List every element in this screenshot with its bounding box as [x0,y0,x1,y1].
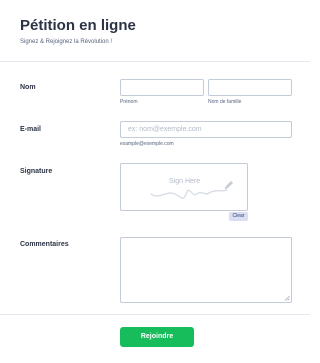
signature-pad[interactable]: Sign Here [120,163,248,211]
last-name-input[interactable] [208,79,292,96]
resize-grip-icon[interactable] [284,295,290,301]
clear-signature-button[interactable]: Clear [229,212,248,221]
page-title: Pétition en ligne [20,17,136,34]
footer-divider [0,314,310,315]
signature-label: Signature [20,168,53,175]
email-sublabel: example@exemple.com [120,141,174,147]
name-label: Nom [20,84,36,91]
last-name-sublabel: Nom de famille [208,99,242,105]
page-subtitle: Signez & Rejoignez la Révolution ! [20,39,113,45]
comments-textarea[interactable] [120,237,292,303]
pen-icon [225,181,233,189]
first-name-sublabel: Prénom [120,99,138,105]
form-header: Pétition en ligne Signez & Rejoignez la … [20,16,290,46]
header-divider [0,61,310,62]
email-label: E-mail [20,126,42,133]
email-input[interactable]: ex: nom@exemple.com [120,121,292,138]
first-name-input[interactable] [120,79,204,96]
email-placeholder: ex: nom@exemple.com [128,126,202,133]
signature-hint: Sign Here [169,178,201,185]
comments-label: Commentaires [20,241,69,248]
submit-button[interactable]: Rejoindre [120,327,194,347]
